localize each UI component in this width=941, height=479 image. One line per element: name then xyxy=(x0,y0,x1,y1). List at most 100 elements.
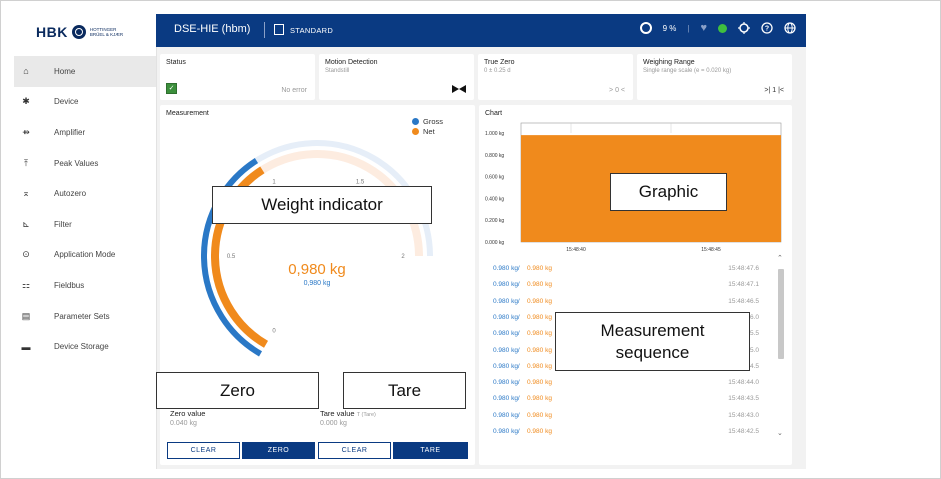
true-zero-card: True Zero 0 ± 0.25 d > 0 < xyxy=(478,54,633,100)
motion-card: Motion Detection Standstill xyxy=(319,54,474,100)
sidebar-item-label: Filter xyxy=(54,219,72,229)
brand-logo: HBK HOTTINGER BRÜEL & KJÆR xyxy=(36,24,126,40)
status-value: No error xyxy=(281,87,307,94)
weighing-range-value: >| 1 |< xyxy=(764,87,784,94)
gauge-tick-label: 0 xyxy=(272,328,276,334)
sequence-gross: 0.980 kg/ xyxy=(493,379,520,387)
clear-tare-button[interactable]: CLEAR xyxy=(318,442,391,459)
sequence-gross: 0.980 kg/ xyxy=(493,428,520,435)
heart-icon[interactable]: ♥ xyxy=(700,22,707,34)
sequence-gross: 0.980 kg/ xyxy=(493,265,520,272)
status-indicator-icon xyxy=(718,23,727,33)
autozero-icon: ⌅ xyxy=(22,188,30,199)
scroll-down-icon[interactable]: ⌄ xyxy=(777,429,783,437)
toolbar-right: 9 % | ♥ ? xyxy=(639,22,796,34)
weighing-range-card: Weighing Range Single range scale (e = 0… xyxy=(637,54,792,100)
gauge-tick-label: 1.5 xyxy=(356,180,365,186)
sequence-net: 0.980 kg xyxy=(527,346,552,354)
y-tick-label: 0.400 kg xyxy=(485,196,504,202)
standstill-icon xyxy=(452,85,466,93)
top-bar: DSE-HIE (hbm) STANDARD 9 % | ♥ ? xyxy=(156,14,806,47)
help-icon[interactable]: ? xyxy=(761,22,773,34)
x-tick-label: 15:48:45 xyxy=(701,247,721,253)
sidebar-item-fieldbus[interactable]: ⚏ Fieldbus xyxy=(14,270,156,301)
sidebar-item-home[interactable]: ⌂ Home xyxy=(14,56,156,87)
status-ok-checkbox: ✓ xyxy=(166,83,177,94)
application-mode-icon: ⊙ xyxy=(22,249,30,260)
sidebar: HBK HOTTINGER BRÜEL & KJÆR ⌂ Home ✱ Device ⇻… xyxy=(14,14,157,469)
zero-value: 0.040 kg xyxy=(170,420,197,427)
sidebar-item-label: Device Storage xyxy=(54,342,109,352)
weighing-range-title: Weighing Range xyxy=(643,59,695,66)
sidebar-item-device[interactable]: ✱ Device xyxy=(14,87,156,118)
parameter-sets-icon: ▤ xyxy=(21,310,31,321)
folder-icon: ▬ xyxy=(21,341,31,352)
sidebar-item-amplifier[interactable]: ⇻ Amplifier xyxy=(14,117,156,148)
weighing-range-sub: Single range scale (e = 0.020 kg) xyxy=(643,68,732,74)
y-tick-label: 1.000 kg xyxy=(485,131,504,137)
load-percent: 9 % xyxy=(662,23,677,33)
brand-subtitle: HOTTINGER BRÜEL & KJÆR xyxy=(89,27,124,37)
sidebar-item-autozero[interactable]: ⌅ Autozero xyxy=(14,178,156,209)
gauge-tick-label: 2 xyxy=(401,254,405,260)
sidebar-item-parameter-sets[interactable]: ▤ Parameter Sets xyxy=(14,301,156,332)
sidebar-item-device-storage[interactable]: ▬ Device Storage xyxy=(14,331,156,362)
gauge-secondary-value: 0,980 kg xyxy=(304,280,331,287)
svg-text:?: ? xyxy=(765,26,769,33)
sidebar-item-filter[interactable]: ⊾ Filter xyxy=(14,209,156,240)
sequence-scrollbar[interactable]: ⌃ ⌄ xyxy=(777,254,784,437)
home-icon: ⌂ xyxy=(23,66,29,77)
sequence-net: 0.980 kg xyxy=(527,330,552,338)
sequence-net: 0.980 kg xyxy=(527,395,552,403)
sidebar-item-label: Home xyxy=(54,66,76,76)
brand-name: HBK xyxy=(36,24,68,40)
scroll-up-icon[interactable]: ⌃ xyxy=(777,254,783,262)
tare-value-label: Tare value T (Tare) xyxy=(320,409,376,418)
scroll-thumb[interactable] xyxy=(778,269,784,359)
sidebar-item-application-mode[interactable]: ⊙ Application Mode xyxy=(14,240,156,271)
sequence-gross: 0.980 kg/ xyxy=(493,395,520,403)
sequence-time: 15:48:43.5 xyxy=(728,395,759,403)
clear-zero-button[interactable]: CLEAR xyxy=(167,442,240,459)
tare-button[interactable]: TARE xyxy=(393,442,468,459)
measurement-sequence-annotation: Measurement sequence xyxy=(555,312,750,371)
sequence-net: 0.980 kg xyxy=(527,379,552,387)
gauge-main-value: 0,980 kg xyxy=(288,261,346,278)
sequence-net: 0.980 kg xyxy=(527,281,552,289)
sequence-gross: 0.980 kg/ xyxy=(493,281,520,289)
sequence-annotation-line-2: sequence xyxy=(615,342,690,362)
sequence-gross: 0.980 kg/ xyxy=(493,362,520,370)
chart-panel: Chart 1.000 kg 0.800 kg 0.600 kg 0.400 kg 0.… xyxy=(479,105,792,465)
sequence-time: 15:48:46.5 xyxy=(728,297,759,305)
crosshair-icon[interactable] xyxy=(738,22,750,34)
amplifier-icon: ⇻ xyxy=(22,126,30,137)
gear-icon: ✱ xyxy=(22,96,30,107)
gauge-tick-label: 0.5 xyxy=(227,254,236,260)
globe-icon[interactable] xyxy=(784,22,796,34)
sequence-time: 15:48:42.5 xyxy=(728,428,759,435)
sequence-net: 0.980 kg xyxy=(527,297,552,305)
true-zero-title: True Zero xyxy=(484,59,515,66)
motion-title: Motion Detection xyxy=(325,59,378,66)
sequence-row: 0.980 kg/0.980 kg 15:48:47.1 xyxy=(479,281,779,297)
y-tick-label: 0.800 kg xyxy=(485,153,504,159)
zero-button[interactable]: ZERO xyxy=(242,442,315,459)
status-card: Status ✓ No error xyxy=(160,54,315,100)
sequence-time: 15:48:43.0 xyxy=(728,411,759,419)
sequence-row: 0.980 kg/0.980 kg 15:48:43.0 xyxy=(479,412,779,428)
motion-sub: Standstill xyxy=(325,68,350,74)
true-zero-sub: 0 ± 0.25 d xyxy=(484,68,511,74)
tare-annotation: Tare xyxy=(343,372,466,409)
sequence-gross: 0.980 kg/ xyxy=(493,313,520,321)
y-tick-label: 0.000 kg xyxy=(485,240,504,246)
sequence-net: 0.980 kg xyxy=(527,265,552,272)
sequence-net: 0.980 kg xyxy=(527,362,552,370)
weight-gauge: 0 0.5 1 1.5 2 0,980 kg 0,980 kg xyxy=(201,140,433,357)
mode-label: STANDARD xyxy=(290,26,334,35)
sequence-annotation-line-1: Measurement xyxy=(600,320,705,340)
measurement-title: Measurement xyxy=(166,110,209,117)
sequence-gross: 0.980 kg/ xyxy=(493,330,520,338)
sidebar-item-label: Fieldbus xyxy=(54,280,85,290)
sidebar-item-peak-values[interactable]: ⤒ Peak Values xyxy=(14,148,156,179)
divider xyxy=(264,22,265,38)
